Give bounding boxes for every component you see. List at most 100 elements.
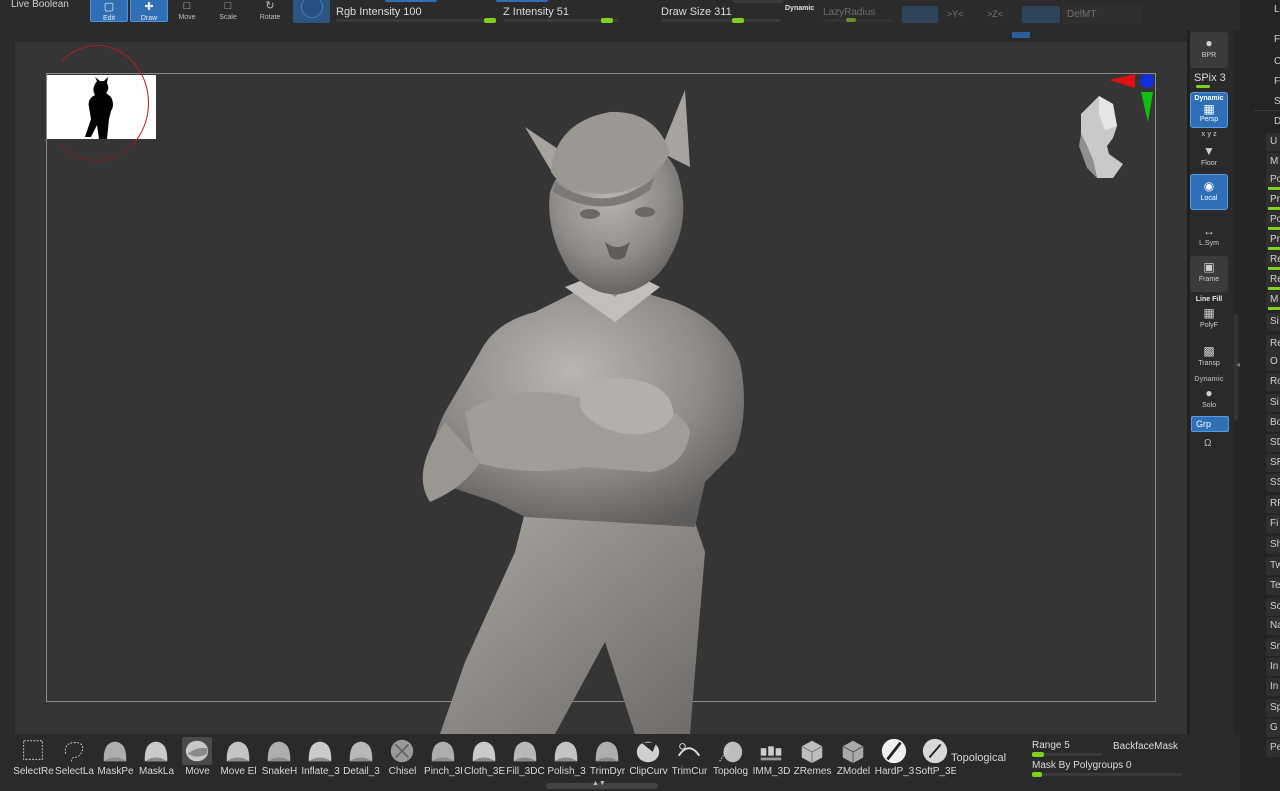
tool-palette-item[interactable]: Sc xyxy=(1270,601,1280,612)
brush-topolog[interactable]: Topolog xyxy=(710,737,750,777)
tool-palette-item[interactable]: Po xyxy=(1270,214,1280,225)
brush-zremes[interactable]: ZRemes xyxy=(792,737,832,777)
brush-hardp-3[interactable]: HardP_3 xyxy=(874,737,914,777)
lsym-button[interactable]: ↔ L.Sym xyxy=(1190,220,1228,250)
mask-by-polygroups-track[interactable] xyxy=(1032,773,1182,776)
focal-tab[interactable] xyxy=(733,0,783,3)
polyf-button[interactable]: ▦ PolyF xyxy=(1190,302,1228,330)
z-intensity-slider[interactable]: Z Intensity 51 xyxy=(503,3,621,25)
brush-selectla[interactable]: SelectLa xyxy=(54,737,94,777)
tool-palette-slider[interactable] xyxy=(1268,227,1280,230)
tool-palette-item[interactable]: Sn xyxy=(1270,641,1280,652)
range-knob[interactable] xyxy=(1032,752,1044,757)
brush-trimdyr[interactable]: TrimDyr xyxy=(587,737,627,777)
rgb-intensity-slider[interactable]: Rgb Intensity 100 xyxy=(336,3,496,25)
tool-palette-item[interactable]: SD xyxy=(1270,437,1280,448)
brush-chisel[interactable]: Chisel xyxy=(382,737,422,777)
sculpt-model[interactable] xyxy=(405,82,785,734)
tool-palette-item[interactable]: S xyxy=(1274,96,1280,107)
lazy-radius-track[interactable] xyxy=(823,19,893,22)
edit-button[interactable]: ▢ Edit xyxy=(90,0,128,22)
tool-palette-item[interactable]: Pe xyxy=(1270,742,1280,753)
tool-palette-slider[interactable] xyxy=(1268,287,1280,290)
tool-palette-item[interactable]: D xyxy=(1274,116,1280,127)
lazy-radius-label[interactable]: LazyRadius xyxy=(823,7,875,18)
x-symmetry-button[interactable] xyxy=(902,6,938,23)
tool-palette-item[interactable]: U xyxy=(1270,136,1277,147)
persp-button[interactable]: Dynamic ▦ Persp xyxy=(1190,92,1228,128)
tool-palette-slider[interactable] xyxy=(1268,187,1280,190)
tool-palette-item[interactable]: SS xyxy=(1270,477,1280,488)
tool-palette-slider[interactable] xyxy=(1268,307,1280,310)
dynamic-toggle[interactable]: Dynamic xyxy=(785,5,814,12)
brush-detail-3[interactable]: Detail_3 xyxy=(341,737,381,777)
tool-palette-slider[interactable] xyxy=(1268,267,1280,270)
tool-palette-item[interactable]: Sp xyxy=(1270,702,1280,713)
tool-palette-item[interactable]: Te xyxy=(1270,580,1280,591)
tool-palette-item[interactable]: In xyxy=(1270,661,1278,672)
floor-button[interactable]: ▼ Floor xyxy=(1190,140,1228,170)
lazy-radius-knob[interactable] xyxy=(846,18,856,22)
transp-button[interactable]: ▩ Transp xyxy=(1190,340,1228,370)
rgb-tab[interactable] xyxy=(385,0,437,2)
tool-palette-slider[interactable] xyxy=(1268,207,1280,210)
scale-button[interactable]: □ Scale xyxy=(209,0,247,22)
brush-maskla[interactable]: MaskLa xyxy=(136,737,176,777)
tool-palette-item[interactable]: Si xyxy=(1270,397,1279,408)
z-symmetry-button[interactable]: >Z< xyxy=(980,6,1010,23)
grp-button[interactable]: Grp xyxy=(1191,416,1229,432)
tool-palette-item[interactable]: SR xyxy=(1270,457,1280,468)
brush-zmodel[interactable]: ZModel xyxy=(833,737,873,777)
tool-palette-item[interactable]: Sh xyxy=(1270,539,1280,550)
delmt-button[interactable]: DelMT xyxy=(1062,5,1142,24)
draw-size-knob[interactable] xyxy=(731,18,744,23)
local-button[interactable]: ◉ Local xyxy=(1190,174,1228,210)
tool-palette-item[interactable]: G xyxy=(1270,722,1278,733)
rotate-button[interactable]: ↻ Rotate xyxy=(251,0,289,22)
z-intensity-knob[interactable] xyxy=(601,18,614,23)
mask-by-polygroups-knob[interactable] xyxy=(1032,772,1042,777)
tool-palette-item[interactable]: F xyxy=(1274,76,1280,87)
tool-palette-item[interactable]: Pr xyxy=(1270,194,1280,205)
solo-button[interactable]: ● Solo xyxy=(1190,382,1228,410)
tool-palette-item[interactable]: Po xyxy=(1270,174,1280,185)
brush-inflate-3[interactable]: Inflate_3 xyxy=(300,737,340,777)
scroll-arrows-icon[interactable]: ▲▼ xyxy=(592,780,606,787)
tool-palette-item[interactable]: Fi xyxy=(1270,518,1278,529)
radial-symmetry-button[interactable] xyxy=(1022,6,1060,23)
bpr-button[interactable]: ● BPR xyxy=(1190,32,1228,68)
tool-palette-item[interactable]: Re xyxy=(1270,254,1280,265)
tool-palette-item[interactable]: Pr xyxy=(1270,234,1280,245)
tool-palette-item[interactable]: M xyxy=(1270,156,1278,167)
brush-softp-3e[interactable]: SoftP_3E xyxy=(915,737,956,777)
xyz-axes-label[interactable]: x y z xyxy=(1190,131,1228,138)
tool-palette-item[interactable]: In xyxy=(1270,681,1278,692)
axis-gyro-icon[interactable] xyxy=(1107,72,1157,128)
brush-polish-3[interactable]: Polish_3 xyxy=(546,737,586,777)
brush-selectre[interactable]: SelectRe xyxy=(13,737,54,777)
tool-palette-item[interactable]: Tw xyxy=(1270,560,1280,571)
tool-palette-item[interactable]: RF xyxy=(1270,498,1280,509)
spix-knob[interactable] xyxy=(1196,85,1210,88)
spix-slider[interactable]: SPix 3 xyxy=(1194,72,1226,84)
rgb-intensity-knob[interactable] xyxy=(484,18,496,23)
brush-move[interactable]: Move xyxy=(177,737,217,777)
headphones-icon[interactable]: Ω xyxy=(1204,438,1211,449)
tool-palette-item[interactable]: Re xyxy=(1270,274,1280,285)
tool-palette-item[interactable]: Ro xyxy=(1270,376,1280,387)
brush-fill-3dc[interactable]: Fill_3DC xyxy=(505,737,545,777)
canvas-viewport[interactable] xyxy=(15,42,1187,734)
brush-imm-3d[interactable]: IMM_3D xyxy=(751,737,791,777)
tool-palette-item[interactable]: F xyxy=(1274,34,1280,45)
draw-button[interactable]: ✚ Draw xyxy=(130,0,168,22)
tool-palette-item[interactable]: O xyxy=(1270,356,1278,367)
tool-palette-item[interactable]: Re xyxy=(1270,338,1280,349)
tool-palette-item[interactable]: Na xyxy=(1270,620,1280,631)
tool-palette-item[interactable]: C xyxy=(1274,56,1280,67)
brush-trimcur[interactable]: TrimCur xyxy=(669,737,709,777)
live-boolean-label[interactable]: Live Boolean xyxy=(11,0,69,10)
tool-palette-item[interactable]: Si xyxy=(1270,316,1279,327)
brush-pinch-3i[interactable]: Pinch_3I xyxy=(423,737,463,777)
range-slider[interactable]: Range 5 xyxy=(1032,740,1070,751)
brush-move-el[interactable]: Move El xyxy=(218,737,258,777)
